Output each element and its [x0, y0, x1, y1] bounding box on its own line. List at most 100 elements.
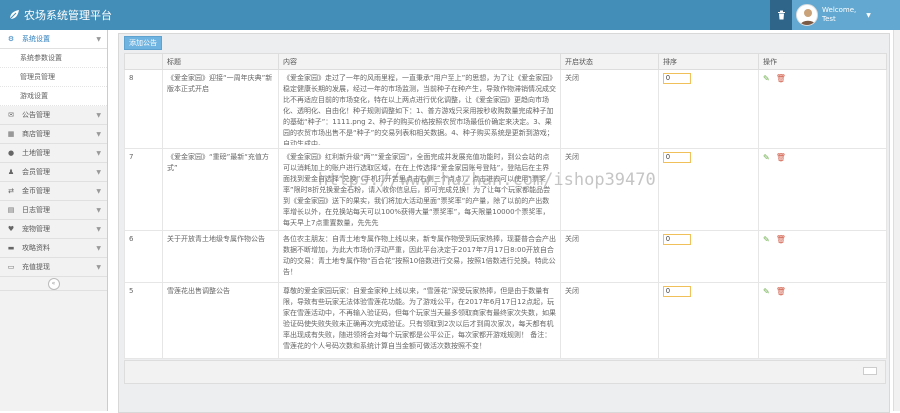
page-scrollbar[interactable] — [893, 30, 900, 411]
sidebar: ⚙ 系统设置 ▼ 系统参数设置 管理员管理 游戏设置 ✉ 公告管理 ▼ ▦ 商店… — [0, 30, 108, 411]
column-header-title: 标题 — [162, 53, 279, 70]
cell-actions: ✎ 🗑 — [758, 230, 887, 283]
cell-title: 《爱金家园》迎接“一周年庆典”新版本正式开启 — [162, 69, 279, 149]
user-avatar-icon — [800, 9, 816, 25]
cell-id: 7 — [124, 148, 163, 231]
trash-icon — [777, 10, 785, 20]
bullhorn-icon: ✉ — [8, 111, 14, 119]
user-menu[interactable]: Welcome, Test ▼ — [792, 0, 900, 30]
cell-content: 《爱金家园》走过了一年的风雨里程，一直秉承“用户至上”的思想，为了让《爱金家园》… — [278, 69, 561, 149]
sidebar-item-pets[interactable]: ♥ 宠物管理 ▼ — [0, 220, 107, 239]
sidebar-item-label: 金币管理 — [22, 187, 50, 195]
cell-content: 各位农主朋友：自青土地专属作物上线以来，新专属作物受到玩家热捧，现要普合会产出数… — [278, 230, 561, 283]
column-header-actions: 操作 — [758, 53, 887, 70]
sidebar-item-guides[interactable]: ▬ 攻略资料 ▼ — [0, 239, 107, 258]
edit-icon[interactable]: ✎ — [763, 286, 770, 297]
cell-title: 《爱金家园》“重磅”最新“充值方式” — [162, 148, 279, 231]
sidebar-collapse-button[interactable]: « — [47, 277, 60, 290]
sidebar-item-land[interactable]: ● 土地管理 ▼ — [0, 144, 107, 163]
sidebar-item-members[interactable]: ♟ 会员管理 ▼ — [0, 163, 107, 182]
sidebar-item-label: 土地管理 — [22, 149, 50, 157]
cell-content: 尊敬的爱金家园玩家：自爱金家种上线以来，“雪莲花”深受玩家热捧，但是由于数量有限… — [278, 282, 561, 359]
sidebar-item-label: 会员管理 — [22, 168, 50, 176]
cell-actions: ✎ 🗑 — [758, 69, 887, 149]
column-header-id — [124, 53, 163, 70]
edit-icon[interactable]: ✎ — [763, 234, 770, 245]
user-welcome: Welcome, — [822, 6, 857, 14]
pagination-button[interactable] — [863, 367, 877, 375]
wallet-icon: ▭ — [7, 263, 15, 271]
cell-title: 雪莲花出售调整公告 — [162, 282, 279, 359]
sidebar-subitem-label: 游戏设置 — [20, 92, 48, 100]
cell-id: 8 — [124, 69, 163, 149]
column-header-status: 开启状态 — [560, 53, 659, 70]
sidebar-item-label: 系统设置 — [22, 35, 50, 43]
cell-order — [658, 230, 759, 283]
sidebar-subitem-system-params[interactable]: 系统参数设置 — [0, 49, 107, 68]
cell-status: 关闭 — [560, 230, 659, 283]
caret-down-icon: ▼ — [866, 11, 871, 19]
sidebar-item-label: 宠物管理 — [22, 225, 50, 233]
cell-actions: ✎ 🗑 — [758, 282, 887, 359]
leaf-icon — [9, 10, 19, 20]
order-input[interactable] — [663, 152, 691, 163]
add-announcement-button[interactable]: 添加公告 — [124, 36, 162, 50]
calendar-icon: ▤ — [7, 206, 15, 214]
cell-status: 关闭 — [560, 282, 659, 359]
heart-icon: ♥ — [7, 225, 15, 233]
sidebar-item-recharge[interactable]: ▭ 充值提现 ▼ — [0, 258, 107, 277]
edit-icon[interactable]: ✎ — [763, 152, 770, 163]
app-title: 农场系统管理平台 — [24, 9, 112, 22]
shop-icon: ▦ — [7, 130, 15, 138]
sidebar-item-logs[interactable]: ▤ 日志管理 ▼ — [0, 201, 107, 220]
delete-icon[interactable]: 🗑 — [776, 73, 786, 84]
chevron-down-icon: ▼ — [96, 149, 101, 157]
cell-id: 6 — [124, 230, 163, 283]
cell-order — [658, 282, 759, 359]
sidebar-item-coins[interactable]: ⇄ 金币管理 ▼ — [0, 182, 107, 201]
delete-icon[interactable]: 🗑 — [776, 152, 786, 163]
chevron-down-icon: ▼ — [96, 225, 101, 233]
sidebar-item-label: 商店管理 — [22, 130, 50, 138]
order-input[interactable] — [663, 234, 691, 245]
user-name: Test — [822, 15, 836, 23]
table-row: 6 关于开放青土地级专属作物公告 各位农主朋友：自青土地专属作物上线以来，新专属… — [124, 230, 887, 283]
table-row: 8 《爱金家园》迎接“一周年庆典”新版本正式开启 《爱金家园》走过了一年的风雨里… — [124, 69, 887, 149]
chevron-down-icon: ▼ — [96, 263, 101, 271]
sidebar-item-system-settings[interactable]: ⚙ 系统设置 ▼ — [0, 30, 107, 49]
top-navbar: 农场系统管理平台 Welcome, Test ▼ — [0, 0, 900, 30]
announcement-table: 标题 内容 开启状态 排序 操作 8 《爱金家园》迎接“一周年庆典”新版本正式开… — [124, 53, 887, 359]
chevron-down-icon: ▼ — [96, 168, 101, 176]
delete-icon[interactable]: 🗑 — [776, 286, 786, 297]
sidebar-item-announcements[interactable]: ✉ 公告管理 ▼ — [0, 106, 107, 125]
sidebar-subitem-admin-manage[interactable]: 管理员管理 — [0, 68, 107, 87]
sidebar-subitem-label: 系统参数设置 — [20, 54, 62, 62]
chevron-down-icon: ▼ — [96, 206, 101, 214]
cell-status: 关闭 — [560, 69, 659, 149]
sidebar-item-label: 充值提现 — [22, 263, 50, 271]
edit-icon[interactable]: ✎ — [763, 73, 770, 84]
sidebar-item-label: 攻略资料 — [22, 244, 50, 252]
watermark: https://www.huzhan.com/ishop39470 — [318, 170, 656, 190]
cell-title: 关于开放青土地级专属作物公告 — [162, 230, 279, 283]
cell-id: 5 — [124, 282, 163, 359]
order-input[interactable] — [663, 73, 691, 84]
table-row: 5 雪莲花出售调整公告 尊敬的爱金家园玩家：自爱金家种上线以来，“雪莲花”深受玩… — [124, 282, 887, 359]
content-panel: 添加公告 标题 内容 开启状态 排序 操作 8 《爱金家园》迎接“一周年庆典”新… — [118, 33, 890, 413]
column-header-content: 内容 — [278, 53, 561, 70]
main-content: 添加公告 标题 内容 开启状态 排序 操作 8 《爱金家园》迎接“一周年庆典”新… — [108, 30, 900, 413]
clear-cache-button[interactable] — [770, 0, 792, 30]
sidebar-item-shop[interactable]: ▦ 商店管理 ▼ — [0, 125, 107, 144]
globe-icon: ● — [7, 149, 15, 157]
order-input[interactable] — [663, 286, 691, 297]
avatar — [796, 4, 818, 26]
sidebar-subitem-game-settings[interactable]: 游戏设置 — [0, 87, 107, 106]
chevron-down-icon: ▼ — [96, 111, 101, 119]
brand[interactable]: 农场系统管理平台 — [8, 7, 112, 23]
sidebar-item-label: 日志管理 — [22, 206, 50, 214]
sidebar-item-label: 公告管理 — [22, 111, 50, 119]
sidebar-collapse: « — [0, 277, 107, 291]
exchange-icon: ⇄ — [8, 187, 14, 195]
chevron-down-icon: ▼ — [96, 130, 101, 138]
delete-icon[interactable]: 🗑 — [776, 234, 786, 245]
